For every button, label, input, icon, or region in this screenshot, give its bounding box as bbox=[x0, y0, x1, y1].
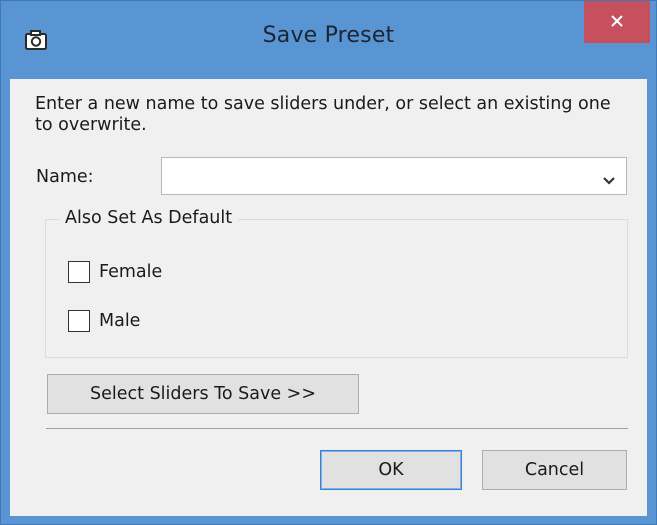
male-option[interactable]: Male bbox=[68, 308, 140, 334]
name-input[interactable] bbox=[166, 162, 590, 192]
title-bar[interactable]: Save Preset bbox=[1, 1, 656, 79]
save-preset-dialog: Save Preset Enter a new name to save sli… bbox=[0, 0, 657, 525]
male-label: Male bbox=[99, 311, 141, 331]
cancel-button[interactable]: Cancel bbox=[482, 450, 627, 490]
female-label: Female bbox=[99, 262, 163, 282]
groupbox-legend: Also Set As Default bbox=[59, 208, 239, 228]
male-checkbox[interactable] bbox=[68, 310, 90, 332]
close-icon bbox=[610, 13, 624, 32]
chevron-down-icon[interactable] bbox=[602, 171, 616, 185]
name-label: Name: bbox=[36, 167, 94, 187]
close-button[interactable] bbox=[584, 1, 650, 43]
select-sliders-button[interactable]: Select Sliders To Save >> bbox=[47, 374, 359, 414]
ok-button[interactable]: OK bbox=[320, 450, 462, 490]
female-option[interactable]: Female bbox=[68, 259, 162, 285]
name-combobox[interactable] bbox=[161, 157, 627, 195]
instructions-text: Enter a new name to save sliders under, … bbox=[35, 94, 611, 135]
separator bbox=[46, 428, 628, 429]
window-title: Save Preset bbox=[262, 23, 395, 48]
female-checkbox[interactable] bbox=[68, 261, 90, 283]
default-groupbox bbox=[45, 219, 628, 358]
